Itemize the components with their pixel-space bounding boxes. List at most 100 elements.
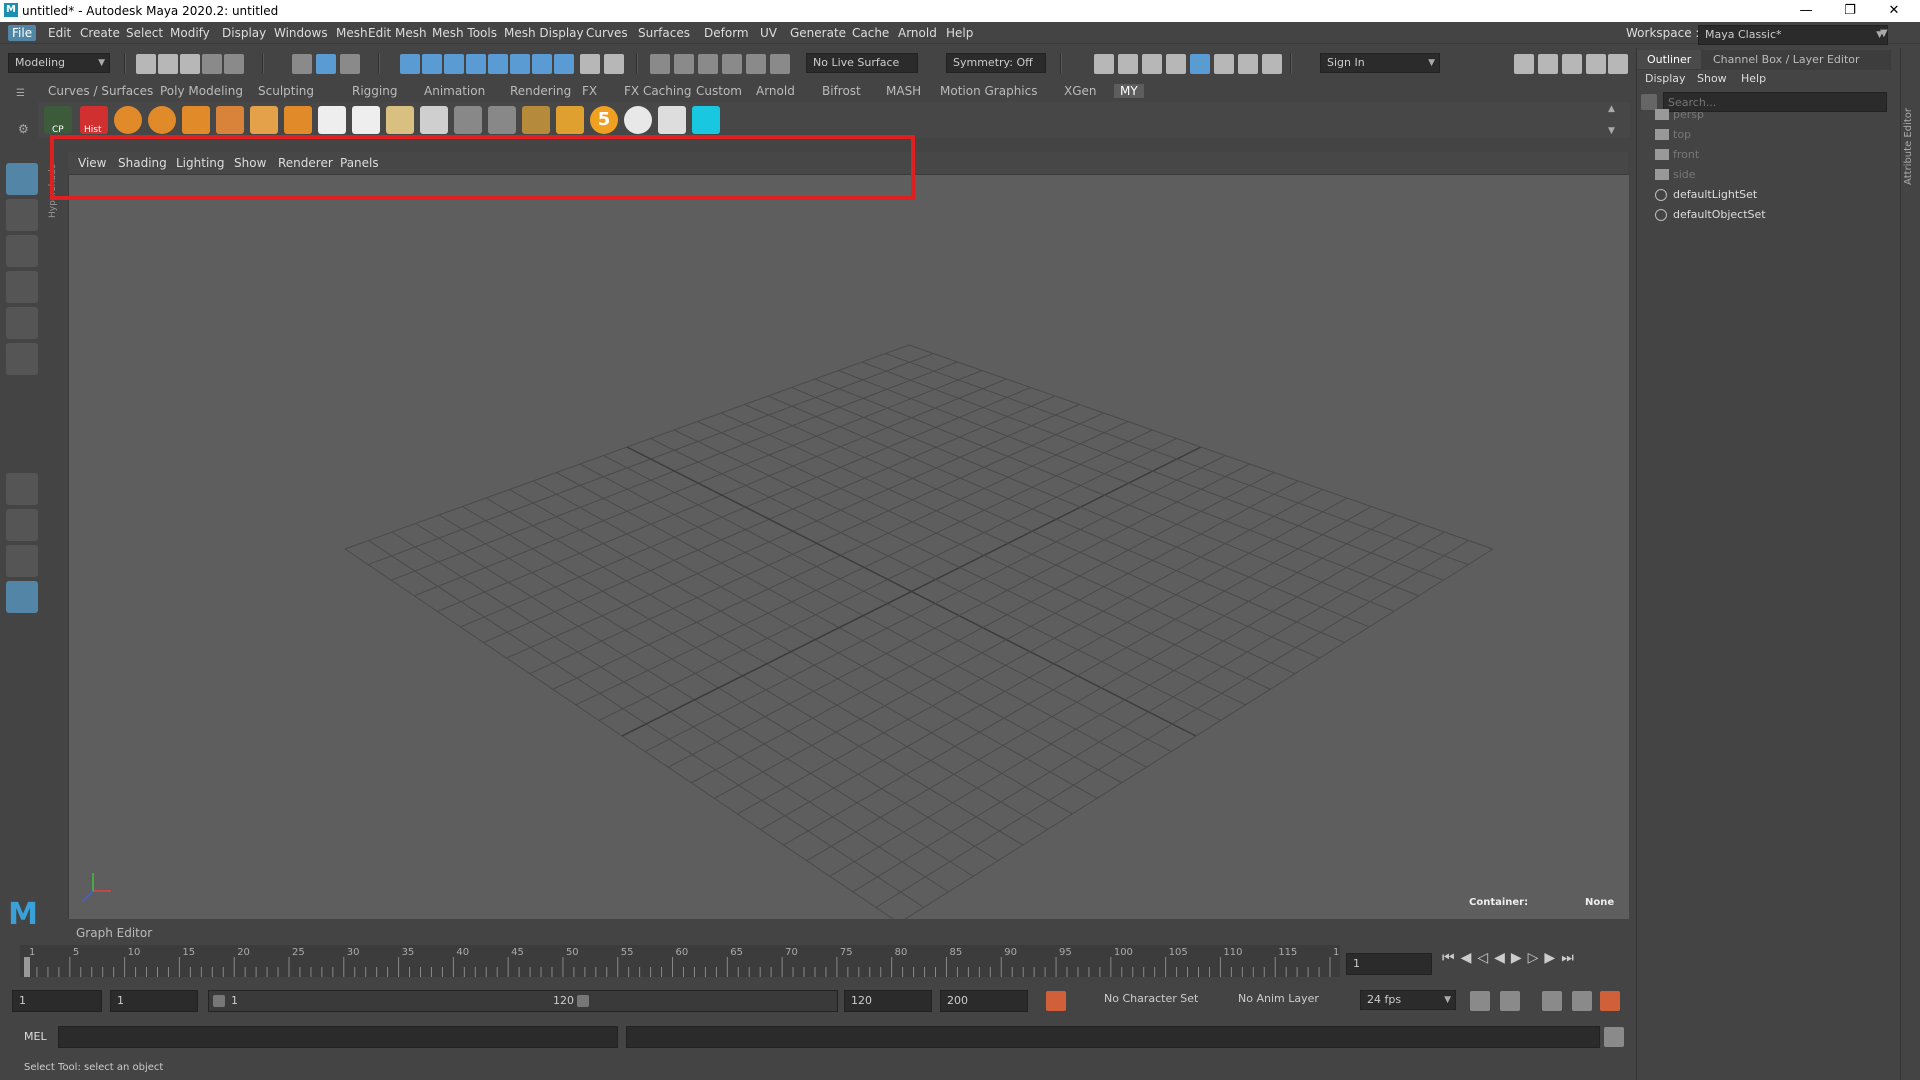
minimize-button[interactable]: — <box>1786 1 1826 21</box>
snap-point-icon[interactable] <box>444 54 464 74</box>
poly-diamond-icon[interactable] <box>182 106 210 134</box>
anim-prefs-icon[interactable] <box>1600 991 1620 1011</box>
two-pane-layout-icon[interactable] <box>6 545 38 577</box>
tool-settings-icon[interactable] <box>1586 54 1606 74</box>
shelf-scroll-up-icon[interactable]: ▲ <box>1608 104 1615 114</box>
shelf-tab-sculpting[interactable]: Sculpting <box>258 84 314 98</box>
outliner-item-front[interactable]: front <box>1655 148 1699 161</box>
extrude-icon[interactable] <box>216 106 244 134</box>
range-slider[interactable]: 1 120 <box>208 990 838 1012</box>
attribute-editor-icon[interactable] <box>1562 54 1582 74</box>
open-scene-icon[interactable] <box>158 54 178 74</box>
restore-button[interactable]: ❐ <box>1830 1 1870 21</box>
lasso-icon[interactable] <box>698 54 718 74</box>
menu-cache[interactable]: Cache <box>848 25 893 41</box>
lasso-icon[interactable] <box>746 54 766 74</box>
t-pose-icon[interactable] <box>658 106 686 134</box>
snap-grid-icon[interactable] <box>400 54 420 74</box>
cache-icon[interactable] <box>1500 991 1520 1011</box>
render-frame-icon[interactable] <box>1118 54 1138 74</box>
menu-modify[interactable]: Modify <box>166 25 214 41</box>
snap-edge-icon[interactable] <box>510 54 530 74</box>
menu-generate[interactable]: Generate <box>786 25 850 41</box>
single-pane-layout-icon[interactable] <box>6 473 38 505</box>
menu-display[interactable]: Display <box>218 25 270 41</box>
select-component-icon[interactable] <box>340 54 360 74</box>
shelf-tab-mash[interactable]: MASH <box>886 84 921 98</box>
current-frame-field[interactable]: 1 <box>1346 953 1432 975</box>
poly-sphere-icon[interactable] <box>114 106 142 134</box>
snap-face-icon[interactable] <box>532 54 552 74</box>
menu-help[interactable]: Help <box>942 25 977 41</box>
skull-icon[interactable] <box>624 106 652 134</box>
separate-icon[interactable] <box>284 106 312 134</box>
animation-start-field[interactable]: 1 <box>12 990 102 1012</box>
playback-end-field[interactable]: 120 <box>844 990 932 1012</box>
snap-surface-icon[interactable] <box>488 54 508 74</box>
menu-create[interactable]: Create <box>76 25 124 41</box>
shelf-tab-fx[interactable]: FX <box>582 84 597 98</box>
lasso-tool-icon[interactable] <box>6 199 38 231</box>
four-pane-layout-icon[interactable] <box>6 509 38 541</box>
animation-end-field[interactable]: 200 <box>940 990 1028 1012</box>
move-tool-icon[interactable] <box>6 271 38 303</box>
menu-file[interactable]: File <box>8 25 37 41</box>
poly-disk-icon[interactable] <box>148 106 176 134</box>
shelf-tab-rigging[interactable]: Rigging <box>352 84 397 98</box>
outliner-item-side[interactable]: side <box>1655 168 1696 181</box>
shelf-tab-arnold[interactable]: Arnold <box>756 84 795 98</box>
tab-outliner[interactable]: Outliner <box>1637 50 1702 69</box>
menu-uv[interactable]: UV <box>756 25 781 41</box>
scale-tool-icon[interactable] <box>6 343 38 375</box>
current-frame-marker[interactable] <box>24 957 30 977</box>
menu-surfaces[interactable]: Surfaces <box>634 25 694 41</box>
viewport[interactable]: Container: None <box>68 174 1629 924</box>
outliner-menu-display[interactable]: Display <box>1645 72 1686 85</box>
fps-select[interactable]: 24 fps ▼ <box>1360 990 1456 1010</box>
playback-controls[interactable]: ⏮◀◁◀▶▷▶⏭ <box>1442 950 1580 966</box>
new-scene-icon[interactable] <box>136 54 156 74</box>
pause-icon[interactable] <box>1262 54 1282 74</box>
pencil-icon[interactable] <box>420 106 448 134</box>
outliner-item-persp[interactable]: persp <box>1655 108 1704 121</box>
select-tool-icon[interactable] <box>6 163 38 195</box>
auto-key-icon[interactable] <box>1046 991 1066 1011</box>
range-start-handle-icon[interactable] <box>213 995 225 1007</box>
layers-icon[interactable] <box>386 106 414 134</box>
live-surface-field[interactable]: No Live Surface <box>806 53 918 73</box>
outliner-item-top[interactable]: top <box>1655 128 1691 141</box>
menu-deform[interactable]: Deform <box>700 25 753 41</box>
five-icon[interactable]: 5 <box>590 106 618 134</box>
graph-editor-tab[interactable]: Graph Editor <box>76 926 152 940</box>
outliner-layout-icon[interactable] <box>6 581 38 613</box>
shelf-tab-curves-surfaces[interactable]: Curves / Surfaces <box>48 84 153 98</box>
character-set-select[interactable]: No Character Set <box>1098 990 1208 1010</box>
lasso-icon[interactable] <box>674 54 694 74</box>
outliner-item-defaultlightset[interactable]: defaultLightSet <box>1655 188 1757 201</box>
workspace-select[interactable]: Maya Classic* ▼ <box>1698 25 1888 45</box>
save-scene-icon[interactable] <box>180 54 200 74</box>
shelf-tab-animation[interactable]: Animation <box>424 84 485 98</box>
uv-cube-icon[interactable] <box>352 106 380 134</box>
undo-icon[interactable] <box>202 54 222 74</box>
ipr-render-icon[interactable] <box>1142 54 1162 74</box>
grid-icon[interactable] <box>488 106 516 134</box>
redo-icon[interactable] <box>224 54 244 74</box>
menu-select[interactable]: Select <box>122 25 167 41</box>
render-settings-icon[interactable] <box>1166 54 1186 74</box>
select-hierarchy-icon[interactable] <box>292 54 312 74</box>
channel-box-icon[interactable] <box>1608 54 1628 74</box>
make-live-icon[interactable] <box>604 54 624 74</box>
loop-icon[interactable] <box>1470 991 1490 1011</box>
outliner-item-defaultobjectset[interactable]: defaultObjectSet <box>1655 208 1766 221</box>
command-input[interactable] <box>58 1026 618 1048</box>
menu-curves[interactable]: Curves <box>582 25 632 41</box>
lasso-icon[interactable] <box>770 54 790 74</box>
menu-windows[interactable]: Windows <box>270 25 332 41</box>
cmd-language-label[interactable]: MEL <box>24 1030 47 1043</box>
anim-layer-select[interactable]: No Anim Layer <box>1232 990 1342 1010</box>
shelf-tab-fx-caching[interactable]: FX Caching <box>624 84 691 98</box>
sign-in-button[interactable]: Sign In ▼ <box>1320 53 1440 73</box>
shelf-tab-bifrost[interactable]: Bifrost <box>822 84 861 98</box>
menu-edit[interactable]: Edit <box>44 25 75 41</box>
